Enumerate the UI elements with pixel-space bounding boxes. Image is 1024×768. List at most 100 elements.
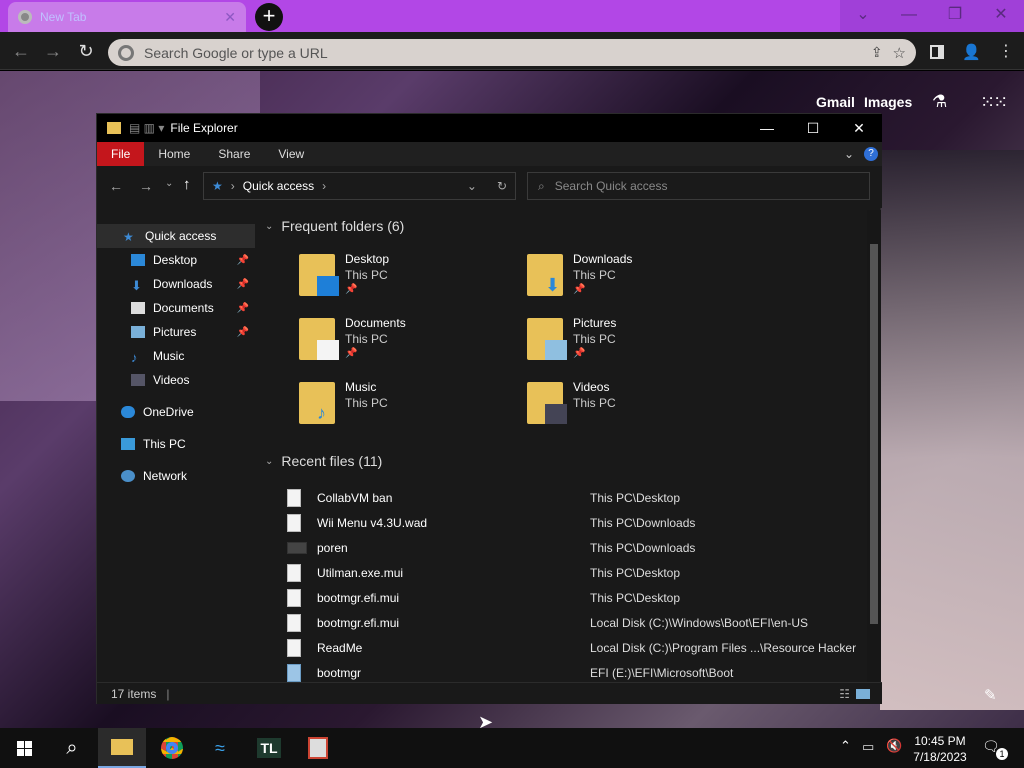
recent-file-row[interactable]: ReadMe Local Disk (C:)\Program Files ...\… [287,635,862,660]
browser-tab[interactable]: New Tab ✕ [8,2,246,32]
explorer-back-icon[interactable]: ← [109,178,123,194]
nav-item-videos[interactable]: Videos [97,368,255,392]
forward-icon[interactable]: → [40,38,66,64]
frequent-folders-header[interactable]: ⌄ Frequent folders (6) [265,218,404,234]
nav-item-quick-access[interactable]: ★ Quick access [97,224,255,248]
folder-tile-music[interactable]: ♪ Music This PC [299,380,519,436]
pin-icon: 📌 [236,302,249,314]
tab-close-icon[interactable]: ✕ [224,9,236,26]
ribbon-tab-file[interactable]: File [97,142,145,166]
folder-tile-pictures[interactable]: Pictures This PC 📌 [527,316,747,372]
folder-app-icon [107,122,121,134]
address-dropdown-icon[interactable]: ⌄ [467,179,477,193]
search-box[interactable]: ⌕ Search Quick access [527,172,870,200]
nav-item-this-pc[interactable]: This PC [97,432,255,456]
explorer-forward-icon[interactable]: → [139,178,153,194]
start-icon[interactable] [0,728,48,768]
tab-search-button[interactable]: ⌄ [840,0,886,32]
ribbon-tab-home[interactable]: Home [144,142,204,166]
recent-file-row[interactable]: bootmgr EFI (E:)\EFI\Microsoft\Boot [287,660,862,682]
file-explorer-icon[interactable] [98,728,146,768]
nav-item-network[interactable]: Network [97,464,255,488]
bookmark-star-icon[interactable]: ☆ [893,44,906,62]
document-icon [131,302,145,314]
labs-flask-icon[interactable]: ⚗ [932,92,947,112]
large-icons-view-icon[interactable] [856,688,870,699]
content-pane: ⌄ Frequent folders (6) Desktop This PC 📌… [257,210,867,682]
breadcrumb-location[interactable]: Quick access [243,179,314,193]
nav-item-downloads[interactable]: ⬇ Downloads 📌 [97,272,255,296]
dolphin-icon[interactable]: ≈ [196,728,244,768]
search-icon[interactable]: ⌕ [48,728,96,768]
nav-item-desktop[interactable]: Desktop 📌 [97,248,255,272]
network-icon [121,470,135,482]
scrollbar-thumb[interactable] [870,244,878,624]
folder-tile-documents[interactable]: Documents This PC 📌 [299,316,519,372]
folder-tile-downloads[interactable]: ⬇ Downloads This PC 📌 [527,252,747,308]
tab-title: New Tab [40,10,87,24]
tl-icon[interactable]: TL [245,728,293,768]
quick-access-star-icon: ★ [212,179,223,193]
share-icon[interactable]: ⇪ [871,44,883,61]
tray-overflow-icon[interactable]: ⌃ [840,738,851,754]
omnibox[interactable]: Search Google or type a URL ⇪ ☆ [108,39,916,66]
refresh-icon[interactable]: ↻ [497,179,507,193]
quick-toolbar-icons[interactable]: ▤ ▥ ▾ [129,121,164,135]
collapse-chevron-icon[interactable]: ⌄ [265,221,273,232]
volume-muted-icon[interactable]: 🔇 [886,738,902,754]
clock[interactable]: 10:45 PM 7/18/2023 [905,733,975,765]
recent-file-row[interactable]: Wii Menu v4.3U.wad This PC\Downloads [287,510,862,535]
back-icon[interactable]: ← [8,38,34,64]
restore-button[interactable]: ❐ [932,0,978,32]
system-file-icon [287,663,301,682]
up-arrow-icon[interactable]: ↑ [183,176,191,193]
recent-file-row[interactable]: bootmgr.efi.mui Local Disk (C:)\Windows\B… [287,610,862,635]
network-tray-icon[interactable]: ▭ [862,739,874,755]
nav-item-documents[interactable]: Documents 📌 [97,296,255,320]
recent-file-row[interactable]: poren This PC\Downloads [287,535,862,560]
explorer-maximize-button[interactable]: ☐ [790,114,836,142]
apps-grid-icon[interactable]: ⁙⁙ [980,92,1008,113]
nav-item-music[interactable]: ♪ Music [97,344,255,368]
vertical-scrollbar[interactable] [867,210,881,682]
gmail-link[interactable]: Gmail [816,94,855,110]
explorer-minimize-button[interactable]: — [744,114,790,142]
help-icon[interactable]: ? [864,147,878,161]
recent-file-row[interactable]: bootmgr.efi.mui This PC\Desktop [287,585,862,610]
profile-icon[interactable]: 👤 [962,43,981,61]
ribbon-tabs: File Home Share View ⌄ ? [97,142,882,166]
reload-icon[interactable]: ↻ [73,38,99,64]
details-view-icon[interactable]: ☷ [839,687,850,701]
window-title: File Explorer [170,121,238,135]
omnibox-input[interactable]: Search Google or type a URL [144,45,861,61]
recent-file-row[interactable]: CollabVM ban This PC\Desktop [287,485,862,510]
ribbon-tab-share[interactable]: Share [204,142,264,166]
folder-tile-desktop[interactable]: Desktop This PC 📌 [299,252,519,308]
pin-icon: 📌 [236,278,249,290]
status-bar: 17 items | ☷ [97,682,882,704]
ribbon-tab-view[interactable]: View [264,142,318,166]
recent-files-header[interactable]: ⌄ Recent files (11) [265,453,382,469]
search-input[interactable]: Search Quick access [555,179,668,193]
new-tab-button[interactable]: + [255,3,283,31]
address-bar[interactable]: ★ › Quick access › ⌄ ↻ [203,172,516,200]
customize-pencil-icon[interactable]: ✎ [984,686,997,704]
side-panel-icon[interactable] [930,45,944,59]
recent-file-row[interactable]: Utilman.exe.mui This PC\Desktop [287,560,862,585]
menu-icon[interactable]: ⋮ [998,41,1014,61]
folder-tile-videos[interactable]: Videos This PC [527,380,747,436]
pictures-icon [131,326,145,338]
collapse-chevron-icon[interactable]: ⌄ [265,456,273,467]
nav-item-pictures[interactable]: Pictures 📌 [97,320,255,344]
folder-icon [527,318,567,360]
images-link[interactable]: Images [864,94,912,110]
java-icon[interactable] [294,728,342,768]
file-icon [287,613,301,632]
nav-item-onedrive[interactable]: OneDrive [97,400,255,424]
minimize-button[interactable]: — [886,0,932,32]
close-button[interactable]: ✕ [978,0,1024,32]
chrome-icon[interactable] [148,728,196,768]
explorer-close-button[interactable]: ✕ [836,114,882,142]
expand-ribbon-icon[interactable]: ⌄ [844,147,854,161]
recent-locations-icon[interactable]: ⌄ [165,178,173,189]
